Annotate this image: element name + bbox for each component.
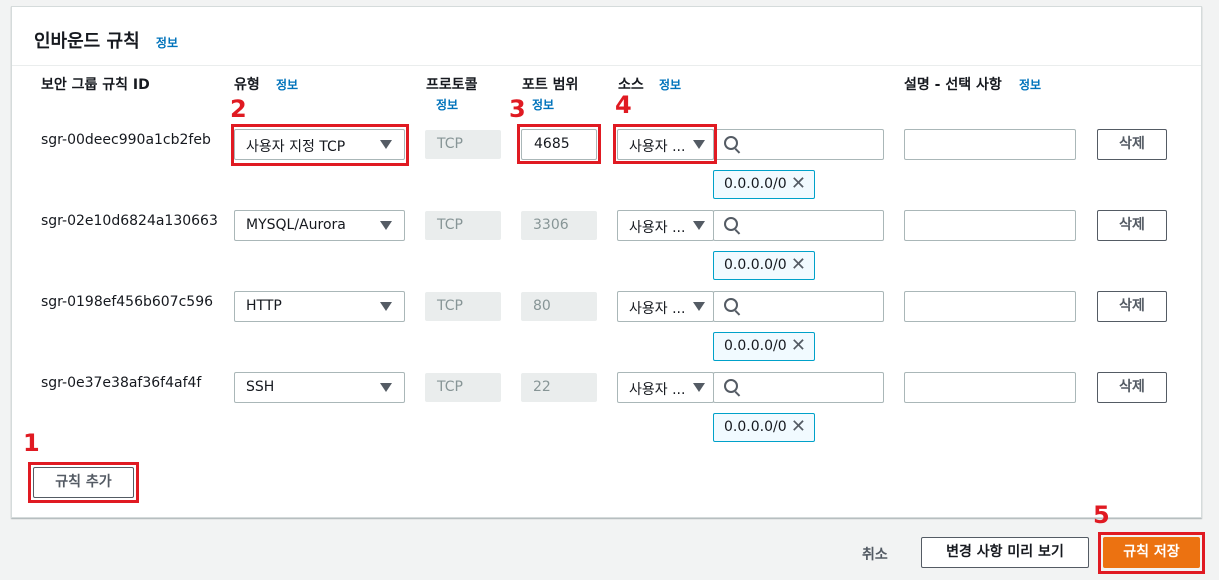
header-description-info-link[interactable]: 정보 <box>1019 76 1041 93</box>
caret-down-icon <box>380 221 392 230</box>
caret-down-icon <box>693 302 705 311</box>
source-select-value: 사용자 ... <box>629 301 686 317</box>
annotation-number: 2 <box>230 95 247 123</box>
port-range-field: 80 <box>521 292 597 321</box>
port-range-field: 3306 <box>521 211 597 240</box>
source-search-input[interactable] <box>713 210 884 241</box>
source-search-input[interactable] <box>713 129 884 160</box>
annotation-number: 1 <box>23 429 40 457</box>
search-icon <box>724 379 738 393</box>
header-description: 설명 - 선택 사항 <box>904 77 1002 93</box>
protocol-field: TCP <box>425 130 501 159</box>
header-port: 포트 범위 <box>522 77 579 93</box>
delete-button[interactable]: 삭제 <box>1097 291 1167 322</box>
source-select[interactable]: 사용자 ... <box>617 210 714 241</box>
caret-down-icon <box>693 383 705 392</box>
source-select[interactable]: 사용자 ... <box>617 372 714 403</box>
cidr-token-value: 0.0.0.0/0 <box>724 419 787 435</box>
source-select-value: 사용자 ... <box>629 382 686 398</box>
search-icon <box>724 298 738 312</box>
delete-button[interactable]: 삭제 <box>1097 210 1167 241</box>
port-range-field: 22 <box>521 373 597 402</box>
delete-button[interactable]: 삭제 <box>1097 372 1167 403</box>
description-input[interactable] <box>904 210 1076 241</box>
panel-header: 인바운드 규칙 정보 <box>12 7 1201 66</box>
highlight-box-port <box>517 124 601 164</box>
header-protocol-info-link[interactable]: 정보 <box>436 96 458 113</box>
annotation-number: 3 <box>509 95 526 123</box>
type-select-value: SSH <box>246 379 275 395</box>
source-search-input[interactable] <box>713 372 884 403</box>
panel-info-link[interactable]: 정보 <box>156 36 178 50</box>
caret-down-icon <box>693 221 705 230</box>
cidr-token-value: 0.0.0.0/0 <box>724 176 787 192</box>
caret-down-icon <box>380 383 392 392</box>
cidr-token-value: 0.0.0.0/0 <box>724 257 787 273</box>
annotation-number: 5 <box>1093 501 1110 529</box>
cancel-button[interactable]: 취소 <box>862 544 888 564</box>
type-select[interactable]: SSH <box>234 372 405 403</box>
panel-title-text: 인바운드 규칙 <box>34 31 140 52</box>
cidr-token: 0.0.0.0/0 ✕ <box>713 332 815 361</box>
close-icon[interactable]: ✕ <box>791 335 806 356</box>
description-input[interactable] <box>904 129 1076 160</box>
close-icon[interactable]: ✕ <box>791 173 806 194</box>
source-select-value: 사용자 ... <box>629 220 686 236</box>
protocol-field: TCP <box>425 211 501 240</box>
highlight-box-type <box>231 124 409 166</box>
rule-id: sgr-00deec990a1cb2feb <box>41 132 211 148</box>
search-icon <box>724 217 738 231</box>
highlight-box-save <box>1098 532 1205 574</box>
rule-id: sgr-0e37e38af36f4af4f <box>41 375 202 391</box>
delete-button[interactable]: 삭제 <box>1097 129 1167 160</box>
header-source-info-link[interactable]: 정보 <box>659 76 681 93</box>
header-type-info-link[interactable]: 정보 <box>276 76 298 93</box>
header-rule-id: 보안 그룹 규칙 ID <box>41 77 150 93</box>
header-protocol: 프로토콜 <box>426 77 478 93</box>
description-input[interactable] <box>904 291 1076 322</box>
cidr-token: 0.0.0.0/0 ✕ <box>713 413 815 442</box>
highlight-box-add-rule <box>28 462 139 503</box>
cidr-token: 0.0.0.0/0 ✕ <box>713 251 815 280</box>
source-search-input[interactable] <box>713 291 884 322</box>
header-type: 유형 <box>234 77 260 93</box>
description-input[interactable] <box>904 372 1076 403</box>
cidr-token-value: 0.0.0.0/0 <box>724 338 787 354</box>
header-port-info-link[interactable]: 정보 <box>532 96 554 113</box>
panel-title: 인바운드 규칙 정보 <box>34 27 178 53</box>
preview-changes-button[interactable]: 변경 사항 미리 보기 <box>921 537 1089 568</box>
protocol-field: TCP <box>425 373 501 402</box>
type-select[interactable]: MYSQL/Aurora <box>234 210 405 241</box>
close-icon[interactable]: ✕ <box>791 416 806 437</box>
type-select-value: MYSQL/Aurora <box>246 217 346 233</box>
type-select[interactable]: HTTP <box>234 291 405 322</box>
protocol-field: TCP <box>425 292 501 321</box>
cidr-token: 0.0.0.0/0 ✕ <box>713 170 815 199</box>
type-select-value: HTTP <box>246 298 282 314</box>
highlight-box-source <box>613 124 717 164</box>
source-select[interactable]: 사용자 ... <box>617 291 714 322</box>
rule-id: sgr-02e10d6824a130663 <box>41 213 218 229</box>
search-icon <box>724 136 738 150</box>
caret-down-icon <box>380 302 392 311</box>
rule-id: sgr-0198ef456b607c596 <box>41 294 214 310</box>
annotation-number: 4 <box>615 91 632 119</box>
close-icon[interactable]: ✕ <box>791 254 806 275</box>
